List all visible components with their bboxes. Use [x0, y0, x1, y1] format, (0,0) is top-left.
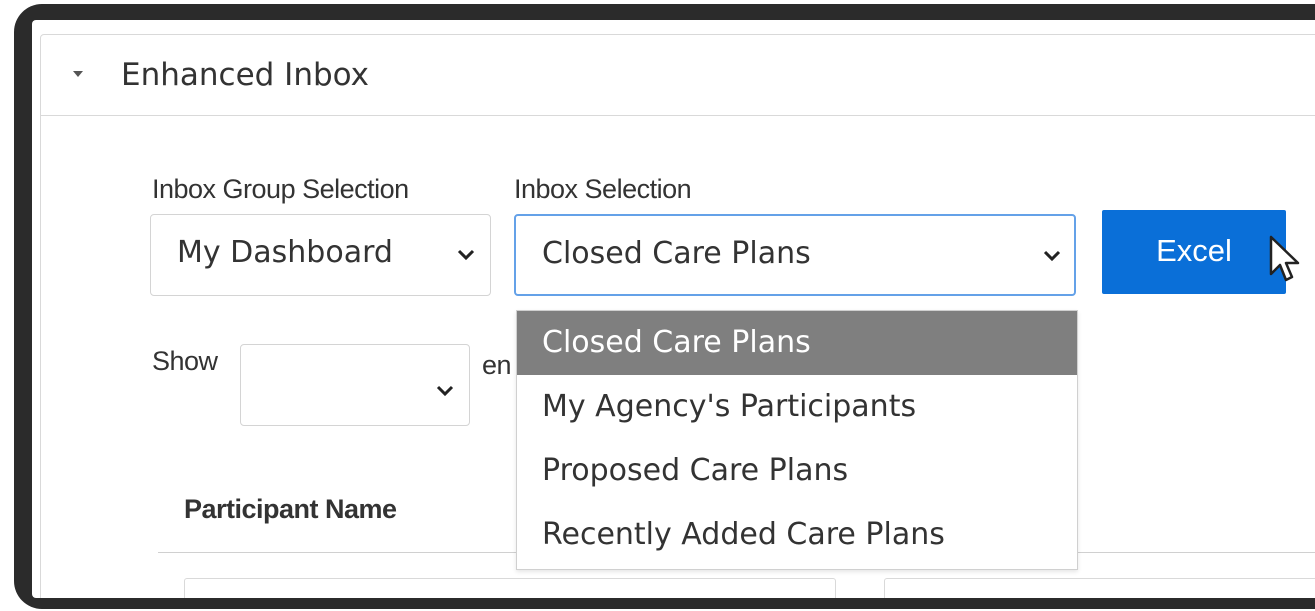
- inbox-selection-select[interactable]: Closed Care Plans: [514, 214, 1076, 296]
- chevron-down-icon: [457, 249, 475, 261]
- dropdown-option[interactable]: Proposed Care Plans: [517, 439, 1077, 503]
- dropdown-option[interactable]: Closed Care Plans: [517, 311, 1077, 375]
- chevron-down-icon: [1043, 250, 1061, 262]
- mouse-pointer-icon: [1269, 235, 1300, 282]
- inbox-selection-value: Closed Care Plans: [542, 236, 811, 271]
- dropdown-option[interactable]: Recently Added Care Plans: [517, 503, 1077, 567]
- show-label: Show: [152, 346, 218, 376]
- filter-input-next[interactable]: [884, 578, 1315, 598]
- dropdown-option[interactable]: My Agency's Participants: [517, 375, 1077, 439]
- show-entries-select[interactable]: [240, 344, 470, 426]
- app-screen: Enhanced Inbox Inbox Group Selection Inb…: [32, 20, 1315, 598]
- inbox-selection-label: Inbox Selection: [514, 174, 692, 204]
- inbox-group-label: Inbox Group Selection: [152, 174, 409, 204]
- column-header-participant-name[interactable]: Participant Name: [184, 494, 397, 525]
- filter-input-participant[interactable]: [184, 578, 836, 598]
- show-entries-suffix: en: [482, 350, 512, 380]
- chevron-down-icon: [436, 385, 454, 397]
- excel-export-button[interactable]: Excel: [1102, 210, 1286, 294]
- panel-title: Enhanced Inbox: [121, 57, 369, 93]
- inbox-selection-dropdown-list: Closed Care Plans My Agency's Participan…: [516, 310, 1078, 570]
- caret-down-icon[interactable]: [73, 71, 83, 77]
- inbox-group-select[interactable]: My Dashboard: [150, 214, 491, 296]
- panel-header[interactable]: Enhanced Inbox: [41, 35, 1315, 116]
- inbox-group-value: My Dashboard: [177, 235, 393, 270]
